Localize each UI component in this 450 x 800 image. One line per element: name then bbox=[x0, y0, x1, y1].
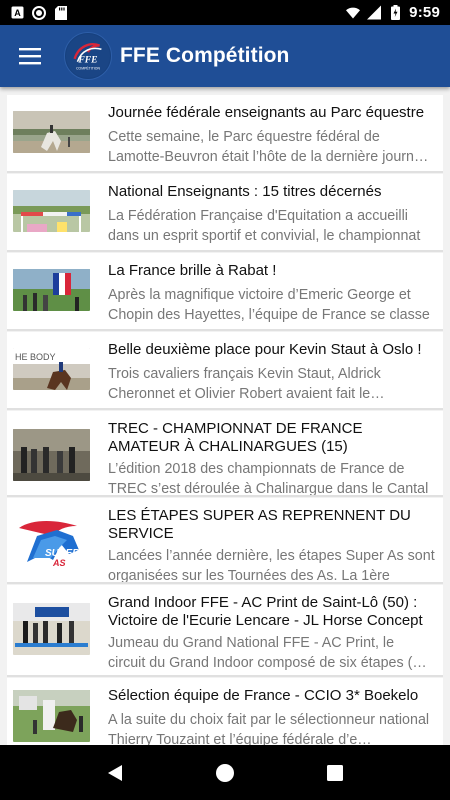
article-excerpt: Cette semaine, le Parc équestre fédéral … bbox=[108, 129, 430, 165]
article-card[interactable]: Journée fédérale enseignants au Parc équ… bbox=[7, 95, 443, 173]
cell-signal-icon bbox=[367, 5, 382, 20]
article-title: LES ÉTAPES SUPER AS REPRENNENT DU SERVIC… bbox=[108, 507, 411, 542]
svg-text:A: A bbox=[14, 8, 21, 18]
back-icon bbox=[108, 764, 122, 781]
status-time: 9:59 bbox=[409, 4, 440, 21]
app-bar: FFE COMPÉTITION FFE Compétition bbox=[0, 25, 450, 87]
article-card[interactable]: TREC - CHAMPIONNAT DE FRANCE AMATEUR À C… bbox=[7, 411, 443, 497]
article-excerpt: Après la magnifique victoire d’Emeric Ge… bbox=[108, 287, 430, 323]
article-title: Sélection équipe de France - CCIO 3* Boe… bbox=[108, 687, 419, 704]
home-button[interactable] bbox=[205, 753, 245, 793]
recents-button[interactable] bbox=[315, 753, 355, 793]
wifi-icon bbox=[346, 6, 361, 20]
article-card[interactable]: SUPER AS LES ÉTAPES SUPER AS REPRENNENT D… bbox=[7, 498, 443, 584]
article-excerpt: L’édition 2018 des championnats de Franc… bbox=[108, 461, 429, 495]
article-thumbnail bbox=[13, 190, 90, 232]
article-thumbnail bbox=[13, 603, 90, 655]
battery-icon bbox=[388, 5, 402, 20]
status-bar: A 9:59 bbox=[0, 0, 450, 25]
svg-text:HE BODY: HE BODY bbox=[15, 352, 56, 362]
home-icon bbox=[216, 763, 234, 782]
article-title: La France brille à Rabat ! bbox=[108, 262, 277, 279]
article-excerpt: A la suite du choix fait par le sélectio… bbox=[108, 712, 430, 745]
article-excerpt: La Fédération Française d'Equitation a a… bbox=[108, 208, 421, 244]
ffe-logo: FFE COMPÉTITION bbox=[64, 32, 112, 80]
app-title: FFE Compétition bbox=[120, 44, 290, 67]
sd-card-icon bbox=[54, 5, 68, 20]
article-list[interactable]: Journée fédérale enseignants au Parc équ… bbox=[0, 87, 450, 745]
menu-button[interactable] bbox=[0, 25, 60, 87]
article-title: Grand Indoor FFE - AC Print de Saint-Lô … bbox=[108, 594, 423, 629]
record-icon bbox=[32, 5, 46, 20]
recents-icon bbox=[327, 764, 343, 781]
article-thumbnail bbox=[13, 269, 90, 311]
article-title: TREC - CHAMPIONNAT DE FRANCE AMATEUR À C… bbox=[108, 420, 363, 455]
hamburger-icon bbox=[19, 48, 41, 65]
article-card[interactable]: National Enseignants : 15 titres décerné… bbox=[7, 174, 443, 252]
article-thumbnail: HE BODY bbox=[13, 348, 90, 390]
article-thumbnail bbox=[13, 429, 90, 481]
article-excerpt: Jumeau du Grand National FFE - AC Print,… bbox=[108, 635, 427, 671]
a-letter-icon: A bbox=[10, 6, 24, 20]
svg-text:AS: AS bbox=[52, 558, 66, 568]
logo-text: FFE bbox=[77, 55, 97, 66]
back-button[interactable] bbox=[95, 753, 135, 793]
article-excerpt: Lancées l’année dernière, les étapes Sup… bbox=[108, 548, 435, 582]
article-title: Journée fédérale enseignants au Parc équ… bbox=[108, 104, 425, 121]
article-thumbnail bbox=[13, 111, 90, 153]
article-title: Belle deuxième place pour Kevin Staut à … bbox=[108, 341, 422, 358]
article-card[interactable]: Sélection équipe de France - CCIO 3* Boe… bbox=[7, 678, 443, 745]
article-title: National Enseignants : 15 titres décerné… bbox=[108, 183, 382, 200]
article-thumbnail: SUPER AS bbox=[13, 514, 90, 570]
logo-subtext: COMPÉTITION bbox=[76, 65, 100, 70]
system-nav-bar bbox=[0, 745, 450, 800]
article-thumbnail bbox=[13, 690, 90, 742]
article-card[interactable]: Grand Indoor FFE - AC Print de Saint-Lô … bbox=[7, 585, 443, 677]
article-card[interactable]: La France brille à Rabat ! Après la magn… bbox=[7, 253, 443, 331]
article-card[interactable]: HE BODY Belle deuxième place pour Kevin … bbox=[7, 332, 443, 410]
article-excerpt: Trois cavaliers français Kevin Staut, Al… bbox=[108, 366, 381, 402]
